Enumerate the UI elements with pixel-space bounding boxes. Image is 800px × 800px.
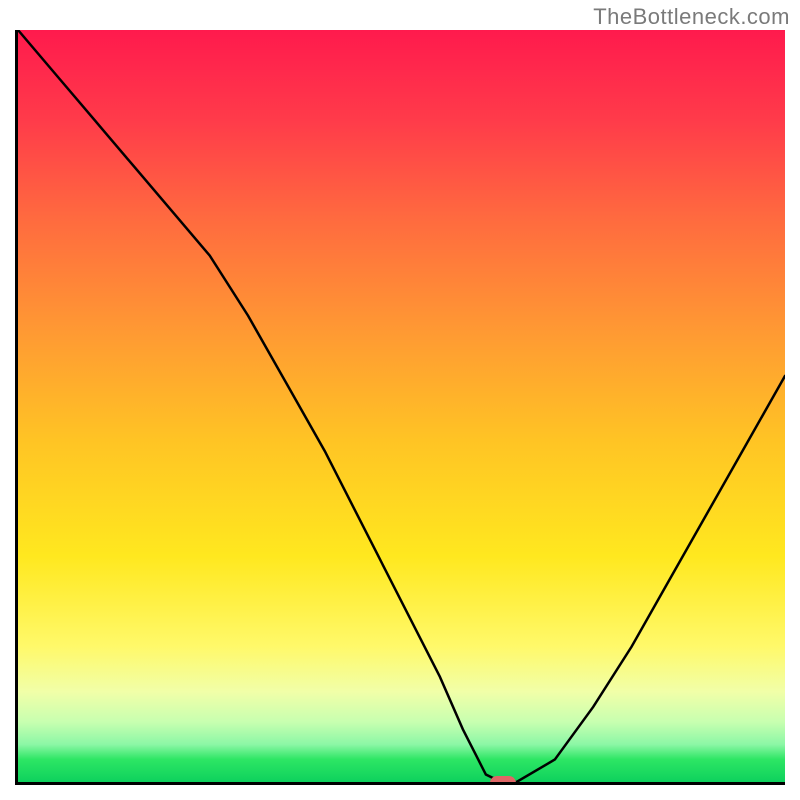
optimal-point-marker <box>490 776 516 785</box>
plot-area <box>15 30 785 785</box>
chart-container: TheBottleneck.com <box>0 0 800 800</box>
watermark-text: TheBottleneck.com <box>593 4 790 30</box>
bottleneck-curve <box>18 30 785 782</box>
